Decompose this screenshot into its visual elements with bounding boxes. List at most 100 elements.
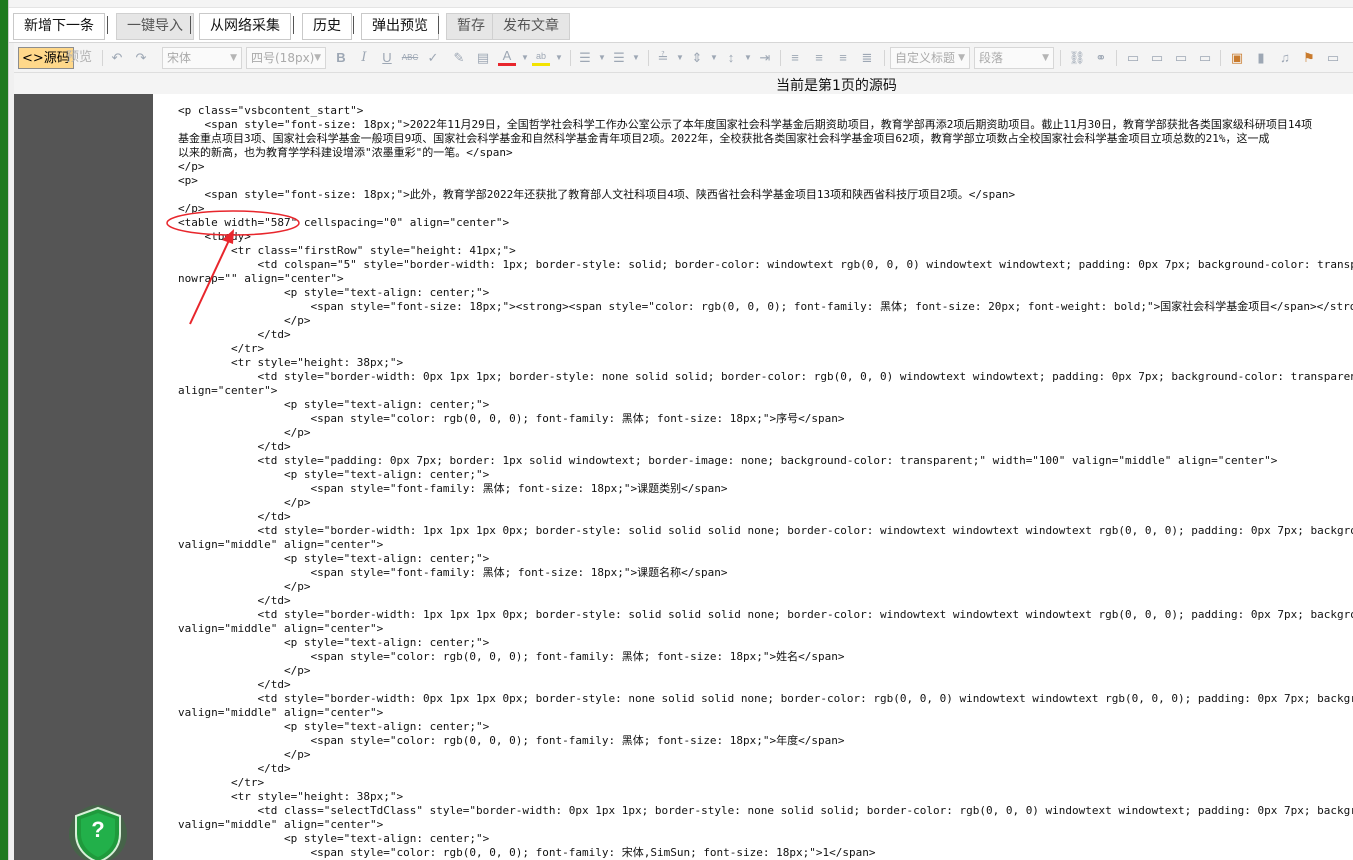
table-align-right-icon[interactable]: ▭ bbox=[1172, 49, 1190, 67]
left-edge-divider bbox=[8, 0, 9, 860]
source-code-area[interactable]: <p class="vsbcontent_start"> <span style… bbox=[153, 94, 1353, 860]
code-line: </p> bbox=[178, 202, 205, 215]
italic-icon[interactable]: I bbox=[355, 49, 373, 67]
code-line: </p> bbox=[178, 664, 311, 677]
toolbar-separator bbox=[648, 50, 649, 66]
popup-preview-button[interactable]: 弹出预览 bbox=[361, 13, 439, 40]
align-left-icon[interactable]: ≡ bbox=[786, 49, 804, 67]
link-icon[interactable]: ⛓ bbox=[1068, 49, 1086, 67]
code-line: </p> bbox=[178, 314, 311, 327]
preview-mode-button[interactable]: 预览 bbox=[66, 47, 92, 69]
collect-from-web-button[interactable]: 从网络采集 bbox=[199, 13, 291, 40]
code-line: <span style="font-family: 黑体; font-size:… bbox=[178, 566, 728, 579]
code-line: <span style="font-family: 黑体; font-size:… bbox=[178, 482, 728, 495]
code-line: <td style="border-width: 0px 1px 1px; bo… bbox=[178, 370, 1353, 383]
strikethrough-icon[interactable]: ABC bbox=[401, 49, 419, 67]
font-family-value: 宋体 bbox=[167, 51, 192, 65]
one-click-import-button[interactable]: 一键导入 bbox=[116, 13, 194, 40]
video-icon[interactable]: ▮ bbox=[1252, 49, 1270, 67]
indent-icon[interactable]: ⇥ bbox=[756, 49, 774, 67]
font-size-select[interactable]: 四号(18px) ▼ bbox=[246, 47, 326, 69]
code-line: <span style="font-size: 18px;">2022年11月2… bbox=[178, 118, 1313, 131]
code-line: <span style="color: rgb(0, 0, 0); font-f… bbox=[178, 650, 845, 663]
chevron-down-icon[interactable]: ▼ bbox=[671, 49, 689, 67]
toolbar-separator bbox=[570, 50, 571, 66]
music-icon[interactable]: ♫ bbox=[1276, 49, 1294, 67]
code-line: <p style="text-align: center;"> bbox=[178, 398, 490, 411]
more-icon[interactable]: ▭ bbox=[1324, 49, 1342, 67]
code-line: </td> bbox=[178, 328, 291, 341]
code-line: align="center"> bbox=[178, 384, 278, 397]
map-icon[interactable]: ⚑ bbox=[1300, 49, 1318, 67]
paragraph-select[interactable]: 段落 ▼ bbox=[974, 47, 1054, 69]
ordered-list-icon[interactable]: ☰ bbox=[576, 49, 594, 67]
code-line: <tr class="firstRow" style="height: 41px… bbox=[178, 244, 516, 257]
code-line: <p style="text-align: center;"> bbox=[178, 468, 490, 481]
publish-article-button[interactable]: 发布文章 bbox=[492, 13, 570, 40]
align-center-icon[interactable]: ≡ bbox=[810, 49, 828, 67]
code-line: <p style="text-align: center;"> bbox=[178, 832, 490, 845]
line-spacing-icon[interactable]: ≟ bbox=[654, 49, 672, 67]
code-line: <span style="color: rgb(0, 0, 0); font-f… bbox=[178, 734, 845, 747]
row-height-icon[interactable]: ↕ bbox=[722, 49, 740, 67]
code-line: </p> bbox=[178, 160, 205, 173]
history-button[interactable]: 历史 bbox=[302, 13, 352, 40]
page-caption-row: 当前是第1页的源码 bbox=[14, 73, 1353, 94]
chevron-down-icon[interactable]: ▼ bbox=[627, 49, 645, 67]
paragraph-spacing-icon[interactable]: ⇕ bbox=[688, 49, 706, 67]
toolbar-separator bbox=[1060, 50, 1061, 66]
chevron-down-icon: ▼ bbox=[230, 53, 237, 63]
bold-icon[interactable]: B bbox=[332, 49, 350, 67]
chevron-down-icon[interactable]: ▼ bbox=[593, 49, 611, 67]
paragraph-value: 段落 bbox=[979, 51, 1004, 65]
paste-icon[interactable]: ▤ bbox=[474, 49, 492, 67]
code-line: <td style="border-width: 1px 1px 1px 0px… bbox=[178, 608, 1353, 621]
code-line: <tr style="height: 38px;"> bbox=[178, 356, 404, 369]
code-line: <td style="padding: 0px 7px; border: 1px… bbox=[178, 454, 1278, 467]
code-line: <tr style="height: 38px;"> bbox=[178, 790, 404, 803]
custom-title-select[interactable]: 自定义标题 ▼ bbox=[890, 47, 970, 69]
unordered-list-icon[interactable]: ☰ bbox=[610, 49, 628, 67]
align-justify-icon[interactable]: ≣ bbox=[858, 49, 876, 67]
eraser-icon[interactable]: ✎ bbox=[450, 49, 468, 67]
chevron-down-icon[interactable]: ▼ bbox=[739, 49, 757, 67]
underline-icon[interactable]: U bbox=[378, 49, 396, 67]
highlight-icon[interactable]: ab bbox=[532, 49, 550, 66]
align-right-icon[interactable]: ≡ bbox=[834, 49, 852, 67]
font-family-select[interactable]: 宋体 ▼ bbox=[162, 47, 242, 69]
code-line: </td> bbox=[178, 440, 291, 453]
chevron-down-icon[interactable]: ▼ bbox=[550, 49, 568, 67]
code-line: </p> bbox=[178, 426, 311, 439]
code-line: <p style="text-align: center;"> bbox=[178, 552, 490, 565]
toolbar-separator bbox=[102, 50, 103, 66]
code-line: <td colspan="5" style="border-width: 1px… bbox=[178, 258, 1353, 271]
undo-icon[interactable]: ↶ bbox=[108, 49, 126, 67]
code-line: </p> bbox=[178, 580, 311, 593]
chevron-down-icon[interactable]: ▼ bbox=[705, 49, 723, 67]
code-line: </tr> bbox=[178, 776, 265, 789]
chevron-down-icon: ▼ bbox=[958, 53, 965, 63]
chevron-down-icon: ▼ bbox=[314, 53, 321, 63]
table-align-left-icon[interactable]: ▭ bbox=[1124, 49, 1142, 67]
font-color-icon[interactable]: A bbox=[498, 49, 516, 66]
table-insert-icon[interactable]: ▭ bbox=[1196, 49, 1214, 67]
left-gutter bbox=[14, 94, 153, 860]
editor-toolbar: <>源码 预览 ↶ ↷ 宋体 ▼ 四号(18px) ▼ B I U ABC ✓ … bbox=[14, 43, 1353, 73]
redo-icon[interactable]: ↷ bbox=[132, 49, 150, 67]
save-draft-button[interactable]: 暂存 bbox=[446, 13, 496, 40]
editor-window: 新增下一条 一键导入 从网络采集 历史 弹出预览 暂存 发布文章 <>源码 预览… bbox=[0, 0, 1353, 860]
code-line: </p> bbox=[178, 748, 311, 761]
code-line: </tr> bbox=[178, 342, 265, 355]
table-align-center-icon[interactable]: ▭ bbox=[1148, 49, 1166, 67]
toolbar-separator bbox=[107, 16, 108, 34]
code-line: <td class="selectTdClass" style="border-… bbox=[178, 804, 1353, 817]
image-icon[interactable]: ▣ bbox=[1228, 49, 1246, 67]
code-line: valign="middle" align="center"> bbox=[178, 622, 384, 635]
unlink-icon[interactable]: ⚭ bbox=[1092, 49, 1110, 67]
help-button[interactable]: ? bbox=[68, 804, 128, 860]
code-line: <span style="font-size: 18px;"><strong><… bbox=[178, 300, 1353, 313]
toolbar-separator bbox=[1220, 50, 1221, 66]
spellcheck-icon[interactable]: ✓ bbox=[424, 49, 442, 67]
code-line: </td> bbox=[178, 594, 291, 607]
add-next-button[interactable]: 新增下一条 bbox=[13, 13, 105, 40]
